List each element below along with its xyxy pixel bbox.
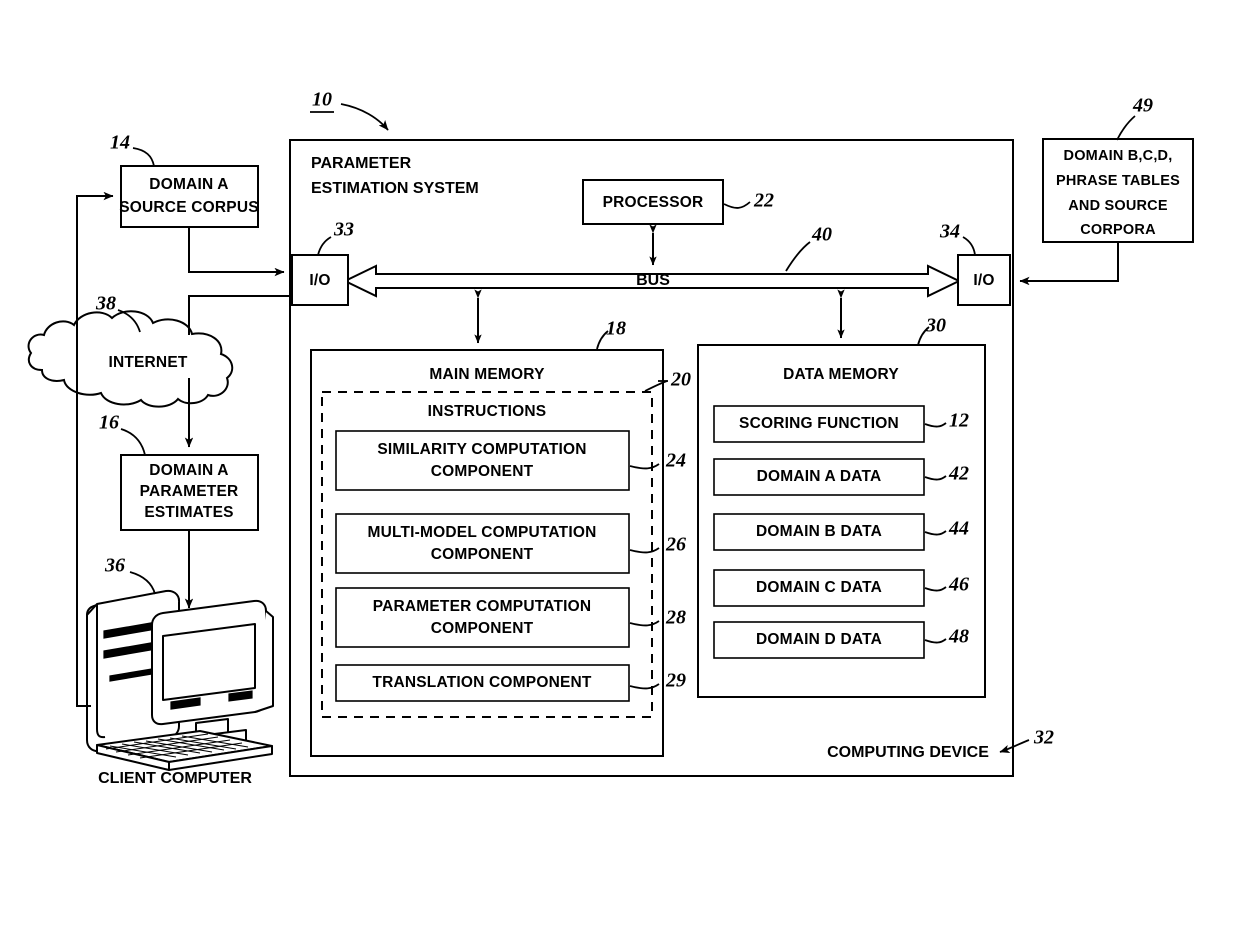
ref-28: 28 — [665, 607, 686, 629]
translation-component-label: TRANSLATION COMPONENT — [372, 674, 592, 691]
wire-source-corpus-to-io — [188, 227, 285, 277]
ref-48: 48 — [948, 626, 969, 648]
domain-c-data-label: DOMAIN C DATA — [756, 579, 882, 596]
domain-a-data-label: DOMAIN A DATA — [757, 468, 882, 485]
ref-36: 36 — [104, 555, 125, 577]
ref-33: 33 — [333, 219, 354, 241]
multi-model-component-line2: COMPONENT — [431, 546, 534, 563]
ref-14: 14 — [110, 132, 130, 154]
instructions-label: INSTRUCTIONS — [428, 403, 547, 420]
parameter-component-line2: COMPONENT — [431, 620, 534, 637]
data-memory-label: DATA MEMORY — [783, 366, 899, 383]
ref-22: 22 — [753, 190, 774, 212]
phrase-tables-line1: DOMAIN B,C,D, — [1064, 148, 1173, 164]
ref-26: 26 — [665, 534, 686, 556]
ref-34: 34 — [939, 221, 960, 243]
ref-20: 20 — [670, 369, 691, 391]
ref-10: 10 — [312, 89, 332, 111]
io-right-label: I/O — [973, 272, 994, 289]
system-title-line1: PARAMETER — [311, 155, 412, 172]
param-est-line1: DOMAIN A — [149, 462, 228, 479]
similarity-component-line1: SIMILARITY COMPUTATION — [377, 441, 586, 458]
phrase-tables-line3: AND SOURCE — [1068, 198, 1168, 214]
parameter-component-line1: PARAMETER COMPUTATION — [373, 598, 592, 615]
wire-phrase-tables-to-io — [1019, 242, 1119, 286]
computing-device-label: COMPUTING DEVICE — [827, 744, 989, 761]
ref-49: 49 — [1132, 95, 1153, 117]
similarity-computation-component-box — [335, 430, 630, 491]
ref-38: 38 — [95, 293, 116, 315]
ref-40: 40 — [811, 224, 832, 246]
wire-io-to-internet-trunk — [188, 295, 292, 335]
io-left-label: I/O — [309, 272, 330, 289]
ref-30: 30 — [925, 315, 946, 337]
param-est-line3: ESTIMATES — [144, 504, 233, 521]
ref-44: 44 — [948, 518, 969, 540]
ref-32: 32 — [1033, 727, 1054, 749]
domain-a-source-corpus-line1: DOMAIN A — [149, 176, 228, 193]
ref-16: 16 — [99, 412, 119, 434]
multi-model-component-line1: MULTI-MODEL COMPUTATION — [367, 524, 596, 541]
ref-46: 46 — [948, 574, 969, 596]
internet-label: INTERNET — [108, 354, 187, 371]
scoring-function-label: SCORING FUNCTION — [739, 415, 899, 432]
ref-12: 12 — [949, 410, 969, 432]
diagram-svg: PARAMETER ESTIMATION SYSTEM 10 DOMAIN A … — [27, 89, 1194, 787]
processor-label: PROCESSOR — [603, 194, 704, 211]
param-est-line2: PARAMETER — [140, 483, 239, 500]
system-title-line2: ESTIMATION SYSTEM — [311, 180, 479, 197]
similarity-component-line2: COMPONENT — [431, 463, 534, 480]
client-computer-illustration — [86, 589, 274, 771]
ref-24: 24 — [665, 450, 686, 472]
client-computer-caption: CLIENT COMPUTER — [98, 770, 252, 787]
domain-d-data-label: DOMAIN D DATA — [756, 631, 882, 648]
bus-label: BUS — [636, 272, 670, 289]
domain-a-source-corpus-line2: SOURCE CORPUS — [119, 199, 259, 216]
patent-figure-canvas: PARAMETER ESTIMATION SYSTEM 10 DOMAIN A … — [0, 0, 1240, 946]
ref-42: 42 — [948, 463, 969, 485]
domain-b-data-label: DOMAIN B DATA — [756, 523, 882, 540]
parameter-computation-component-box — [335, 587, 630, 648]
multi-model-computation-component-box — [335, 513, 630, 574]
ref-18: 18 — [606, 318, 626, 340]
phrase-tables-line2: PHRASE TABLES — [1056, 173, 1180, 189]
ref-29: 29 — [665, 670, 686, 692]
main-memory-label: MAIN MEMORY — [429, 366, 545, 383]
phrase-tables-line4: CORPORA — [1080, 222, 1156, 238]
